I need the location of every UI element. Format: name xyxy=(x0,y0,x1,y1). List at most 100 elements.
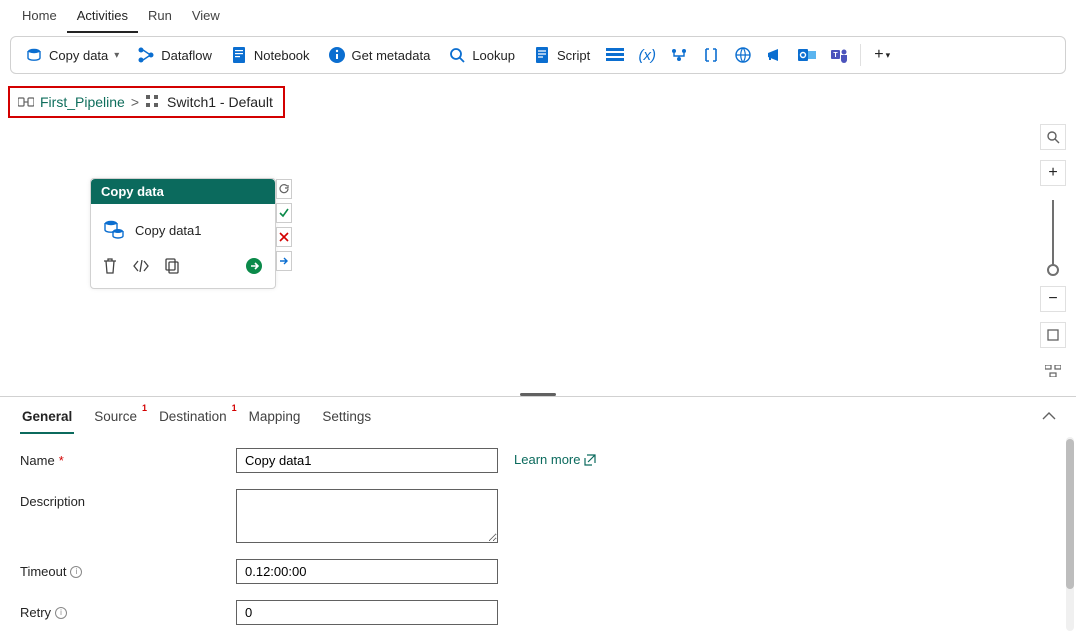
delete-icon[interactable] xyxy=(103,258,117,277)
info-icon xyxy=(328,46,346,64)
scrollbar-thumb[interactable] xyxy=(1066,439,1074,589)
port-success[interactable] xyxy=(276,203,292,223)
ribbon-script[interactable]: Script xyxy=(525,42,598,68)
list-icon xyxy=(606,48,624,62)
tab-source[interactable]: Source 1 xyxy=(92,405,139,432)
search-icon xyxy=(448,46,466,64)
ribbon-toolbar: Copy data ▾ Dataflow Notebook Get metada… xyxy=(10,36,1066,74)
run-arrow-icon[interactable] xyxy=(245,257,263,278)
info-icon[interactable]: i xyxy=(55,607,67,619)
chevron-down-icon: ▾ xyxy=(886,50,891,61)
script-icon xyxy=(533,46,551,64)
tab-destination-label: Destination xyxy=(159,409,227,424)
ribbon-script-label: Script xyxy=(557,48,590,63)
description-field[interactable] xyxy=(236,489,498,543)
breadcrumb-separator: > xyxy=(131,94,139,110)
port-retry[interactable] xyxy=(276,179,292,199)
svg-text:T: T xyxy=(834,52,839,59)
description-label: Description xyxy=(20,489,220,509)
retry-field[interactable] xyxy=(236,600,498,625)
info-icon[interactable]: i xyxy=(70,566,82,578)
plus-icon: + xyxy=(874,46,883,64)
search-icon xyxy=(1046,130,1060,144)
zoom-in-button[interactable]: + xyxy=(1040,160,1066,186)
ribbon-separator xyxy=(860,44,861,66)
ribbon-dataflow[interactable]: Dataflow xyxy=(129,42,220,68)
timeout-field[interactable] xyxy=(236,559,498,584)
tab-source-badge: 1 xyxy=(142,403,147,413)
port-fail[interactable] xyxy=(276,227,292,247)
ribbon-extra-3[interactable] xyxy=(664,41,694,69)
tab-mapping[interactable]: Mapping xyxy=(247,405,303,432)
learn-more-link[interactable]: Learn more xyxy=(514,448,596,467)
external-link-icon xyxy=(584,454,596,466)
property-panel: General Source 1 Destination 1 Mapping S… xyxy=(0,396,1076,635)
tab-activities[interactable]: Activities xyxy=(67,0,138,33)
ribbon-teams[interactable]: T xyxy=(824,41,854,69)
tab-general[interactable]: General xyxy=(20,405,74,434)
name-field[interactable] xyxy=(236,448,498,473)
layout-icon xyxy=(1045,365,1061,377)
activity-name-label: Copy data1 xyxy=(135,223,202,238)
collapse-panel-button[interactable] xyxy=(1042,409,1056,424)
zoom-thumb[interactable] xyxy=(1047,264,1059,276)
breadcrumb-current: Switch1 - Default xyxy=(167,94,273,110)
ribbon-extra-4[interactable] xyxy=(696,41,726,69)
port-skip[interactable] xyxy=(276,251,292,271)
ribbon-add-more[interactable]: + ▾ xyxy=(867,41,897,69)
pipeline-icon xyxy=(18,94,34,110)
ribbon-copy-data[interactable]: Copy data ▾ xyxy=(17,42,127,68)
tab-destination[interactable]: Destination 1 xyxy=(157,405,229,432)
pipeline-canvas[interactable]: Copy data Copy data1 xyxy=(0,118,1076,396)
property-tabs: General Source 1 Destination 1 Mapping S… xyxy=(0,397,1076,434)
tab-settings[interactable]: Settings xyxy=(320,405,373,432)
ribbon-dataflow-label: Dataflow xyxy=(161,48,212,63)
globe-icon xyxy=(734,46,752,64)
copy-icon[interactable] xyxy=(165,258,179,277)
timeout-label: Timeout i xyxy=(20,559,220,579)
top-tab-bar: Home Activities Run View xyxy=(0,0,1076,34)
breadcrumb: First_Pipeline > Switch1 - Default xyxy=(8,86,285,118)
notebook-icon xyxy=(230,46,248,64)
name-label: Name* xyxy=(20,448,220,468)
ribbon-web[interactable] xyxy=(728,41,758,69)
ribbon-lookup[interactable]: Lookup xyxy=(440,42,523,68)
fit-screen-button[interactable] xyxy=(1040,322,1066,348)
tab-run[interactable]: Run xyxy=(138,0,182,33)
retry-label: Retry i xyxy=(20,600,220,620)
canvas-search-button[interactable] xyxy=(1040,124,1066,150)
ribbon-announce[interactable] xyxy=(760,41,790,69)
zoom-slider[interactable] xyxy=(1052,200,1054,272)
tab-destination-badge: 1 xyxy=(232,403,237,413)
tab-view[interactable]: View xyxy=(182,0,230,33)
activity-ports xyxy=(276,179,292,271)
switch-icon xyxy=(145,94,161,110)
zoom-out-button[interactable]: − xyxy=(1040,286,1066,312)
tab-home[interactable]: Home xyxy=(12,0,67,33)
ribbon-variable[interactable]: (x) xyxy=(632,41,662,69)
panel-scrollbar[interactable] xyxy=(1066,437,1074,631)
breadcrumb-pipeline-link[interactable]: First_Pipeline xyxy=(40,94,125,110)
canvas-controls: + − xyxy=(1040,124,1066,384)
bracket-icon xyxy=(703,47,719,63)
copy-data-icon xyxy=(103,218,125,243)
megaphone-icon xyxy=(766,47,784,63)
activity-card-copy-data[interactable]: Copy data Copy data1 xyxy=(90,178,276,289)
outlook-icon xyxy=(798,47,816,63)
fit-icon xyxy=(1046,328,1060,342)
activity-type-label: Copy data xyxy=(91,179,275,204)
flow-icon xyxy=(670,47,688,63)
ribbon-outlook[interactable] xyxy=(792,41,822,69)
minus-icon: − xyxy=(1048,290,1057,308)
ribbon-notebook-label: Notebook xyxy=(254,48,310,63)
code-icon[interactable] xyxy=(133,260,149,275)
tab-source-label: Source xyxy=(94,409,137,424)
ribbon-get-metadata[interactable]: Get metadata xyxy=(320,42,439,68)
plus-icon: + xyxy=(1048,164,1057,182)
ribbon-lookup-label: Lookup xyxy=(472,48,515,63)
teams-icon: T xyxy=(830,47,848,63)
chevron-up-icon xyxy=(1042,411,1056,421)
ribbon-notebook[interactable]: Notebook xyxy=(222,42,318,68)
layout-button[interactable] xyxy=(1040,358,1066,384)
ribbon-extra-1[interactable] xyxy=(600,41,630,69)
